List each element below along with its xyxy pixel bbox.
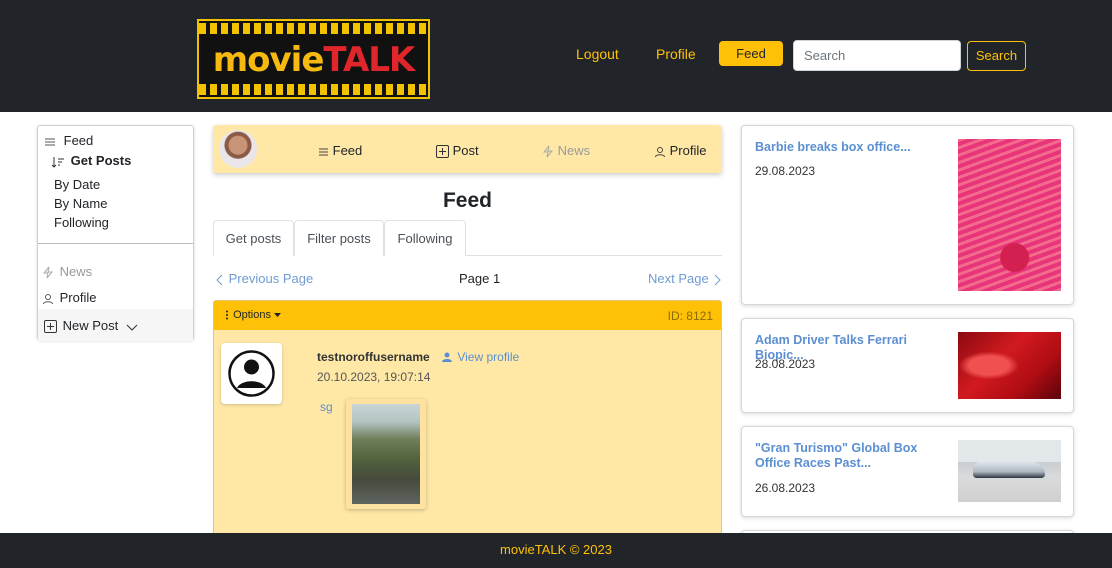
feed-tabs: Get posts Filter posts Following [213,220,722,256]
footer: movieTALK © 2023 [0,533,1112,568]
tab-get-posts[interactable]: Get posts [213,220,294,256]
page-title: Feed [442,189,492,212]
post-username[interactable]: testnoroffusername [317,350,430,364]
logo-text: movieTALK [212,40,416,80]
post-timestamp: 20.10.2023, 19:07:14 [317,370,431,384]
nav-profile-link[interactable]: Profile [656,46,696,62]
kebab-icon [226,310,228,320]
news-image[interactable] [958,440,1061,502]
person-icon [655,146,665,157]
person-fill-icon [442,352,452,363]
post-image[interactable] [346,399,426,509]
mini-nav-news[interactable]: News [542,143,590,158]
user-avatar[interactable] [219,130,257,168]
tab-filter-posts[interactable]: Filter posts [294,220,384,256]
sidebar-menu: Feed Get Posts By Date By Name Following… [37,125,194,341]
post-author-avatar[interactable] [221,343,282,404]
news-title[interactable]: "Gran Turismo" Global Box Office Races P… [755,441,955,471]
post-photo [352,404,420,504]
sidebar-item-by-name[interactable]: By Name [54,196,107,212]
post-nav-bar: Feed Post News Profile [213,125,722,173]
race-car-shape [973,462,1045,478]
news-image[interactable] [958,332,1061,399]
new-post-toggle[interactable]: New Post [44,318,138,334]
news-card[interactable]: Adam Driver Talks Ferrari Biopic... 28.0… [741,318,1074,413]
mini-nav-feed[interactable]: Feed [318,143,362,158]
sidebar-item-following[interactable]: Following [54,215,109,231]
mini-nav-post[interactable]: Post [436,143,479,159]
news-date: 28.08.2023 [755,357,816,371]
list-icon [45,138,55,146]
search-input[interactable]: Search [793,40,961,71]
sidebar-item-get-posts[interactable]: Get Posts [51,153,131,169]
mini-nav-profile[interactable]: Profile [654,143,706,158]
sidebar-item-by-date[interactable]: By Date [54,177,100,193]
post-body-text: sg [320,400,333,414]
nav-feed-button[interactable]: Feed [719,41,783,66]
post-header: Options ID: 8121 [214,301,721,330]
lightning-icon [42,266,54,279]
news-card[interactable]: "Gran Turismo" Global Box Office Races P… [741,426,1074,517]
news-title[interactable]: Barbie breaks box office... [755,140,955,155]
chevron-down-icon [126,324,138,331]
news-date: 29.08.2023 [755,164,816,178]
sidebar-item-news[interactable]: News [42,264,92,280]
sidebar-new-post-dropdown[interactable]: New Post [38,309,193,341]
view-profile-link[interactable]: View profile [442,350,519,364]
sidebar-item-profile[interactable]: Profile [42,290,96,306]
nav-logout-link[interactable]: Logout [576,46,619,62]
search-button[interactable]: Search [967,41,1026,71]
previous-page-link[interactable]: Previous Page [215,271,313,287]
plus-square-icon [44,320,57,334]
sidebar-item-feed[interactable]: Feed [44,133,93,149]
post-id: ID: 8121 [667,309,713,323]
caret-down-icon [274,312,282,317]
next-page-link[interactable]: Next Page [648,271,722,287]
news-image[interactable] [958,139,1061,291]
person-icon [43,293,53,304]
movietalk-logo[interactable]: movieTALK [197,19,430,99]
film-strip-top [199,23,428,34]
lightning-icon [542,145,554,158]
sort-icon [51,156,64,168]
chevron-left-icon [216,274,223,285]
post-options-dropdown[interactable]: Options [224,308,282,322]
list-icon [319,148,328,156]
sidebar-divider [38,243,193,244]
person-circle-icon [228,350,275,397]
film-strip-bottom [199,84,428,95]
chevron-right-icon [714,274,722,285]
news-card[interactable]: Barbie breaks box office... 29.08.2023 [741,125,1074,305]
top-navbar: movieTALK Logout Profile Feed Search Sea… [0,0,1112,112]
page-indicator: Page 1 [459,271,501,286]
tab-following[interactable]: Following [384,220,466,256]
post-card: Options ID: 8121 testnoroffusername View… [213,300,722,540]
plus-square-icon [436,145,449,159]
news-date: 26.08.2023 [755,481,816,495]
